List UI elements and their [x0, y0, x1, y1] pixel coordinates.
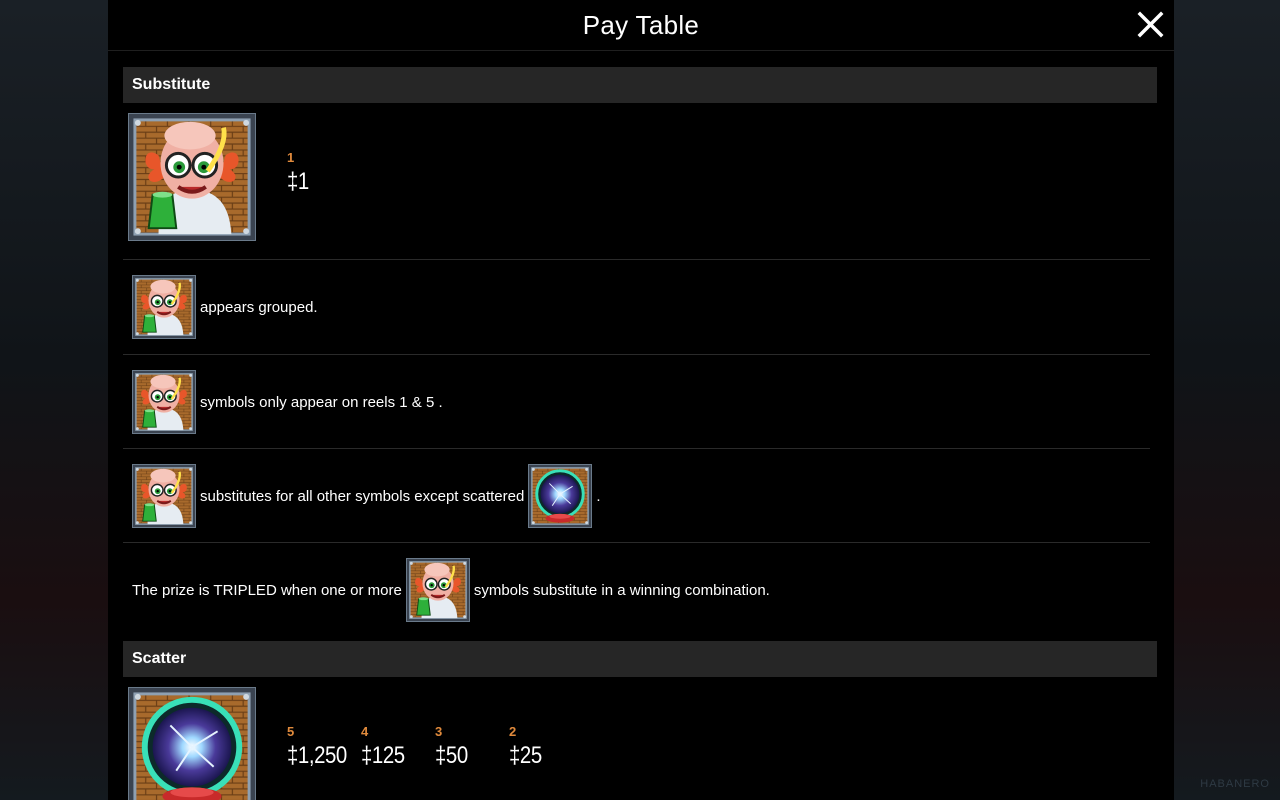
pay-count: 2 [509, 724, 517, 739]
pay-entry: 5 ‡1,250 [287, 724, 361, 770]
scatter-pays: 5 ‡1,250 4 ‡125 3 ‡50 2 ‡25 [287, 724, 583, 770]
rule-text: symbols only appear on reels 1 & 5 . [200, 393, 443, 411]
mad-scientist-wild-icon [405, 558, 470, 622]
game-background-left [0, 0, 108, 800]
pay-value: ‡1 [287, 168, 309, 195]
rule-row-substitutes: substitutes for all other symbols except… [123, 448, 1150, 543]
close-icon[interactable] [1134, 9, 1166, 41]
pay-value: ‡50 [435, 742, 468, 769]
plasma-ball-scatter-icon [128, 687, 256, 800]
substitute-pays: 1 ‡1 [287, 150, 361, 196]
pay-value: ‡125 [361, 742, 405, 769]
rule-text: symbols substitute in a winning combinat… [473, 581, 770, 599]
pay-entry: 1 ‡1 [287, 150, 361, 196]
rule-row-reels: symbols only appear on reels 1 & 5 . [123, 354, 1150, 449]
mad-scientist-wild-icon [132, 370, 196, 434]
pay-entry: 3 ‡50 [435, 724, 509, 770]
pay-count: 1 [287, 150, 295, 165]
pay-count: 4 [361, 724, 369, 739]
rule-row-grouped: appears grouped. [123, 259, 1150, 354]
pay-value: ‡1,250 [287, 742, 347, 769]
rule-text-end: . [596, 487, 601, 505]
section-title: Substitute [132, 76, 211, 93]
mad-scientist-wild-icon [128, 113, 256, 241]
paytable-dialog: Pay Table Substitute 1 ‡1 appears groupe… [108, 0, 1174, 800]
mad-scientist-wild-icon [132, 464, 196, 528]
rule-row-prize: The prize is TRIPLED when one or more sy… [123, 542, 1150, 637]
section-header-substitute: Substitute [123, 67, 1157, 103]
rule-text: substitutes for all other symbols except… [200, 487, 525, 505]
pay-entry: 2 ‡25 [509, 724, 583, 770]
section-header-scatter: Scatter [123, 641, 1157, 677]
pay-count: 5 [287, 724, 295, 739]
game-background-right: HABANERO [1174, 0, 1280, 800]
plasma-ball-scatter-icon [528, 464, 593, 528]
pay-value: ‡25 [509, 742, 542, 769]
mad-scientist-wild-icon [132, 275, 196, 339]
pay-count: 3 [435, 724, 443, 739]
rule-text: appears grouped. [200, 298, 318, 316]
dialog-title: Pay Table [582, 9, 700, 40]
watermark: HABANERO [1200, 778, 1270, 790]
pay-entry: 4 ‡125 [361, 724, 435, 770]
section-title: Scatter [132, 650, 187, 667]
rule-text: The prize is TRIPLED when one or more [132, 581, 402, 599]
dialog-header: Pay Table [108, 0, 1174, 51]
